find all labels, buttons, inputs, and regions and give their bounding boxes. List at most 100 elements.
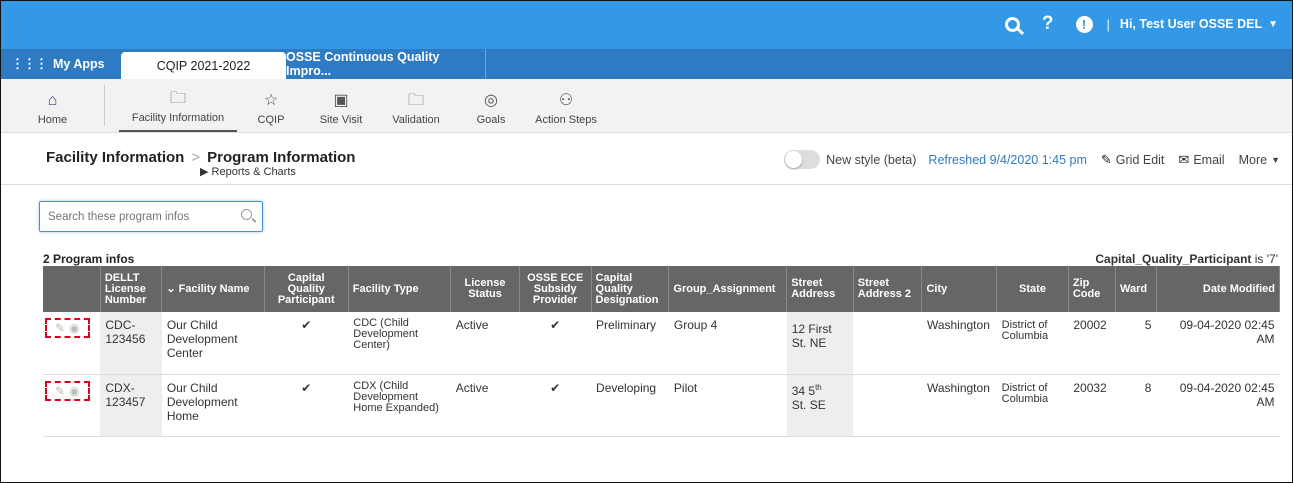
cell-city: Washington (921, 312, 997, 375)
toolbar-cqip[interactable]: ☆ CQIP (237, 79, 305, 132)
pencil-icon: ✎ (1100, 151, 1112, 167)
reports-charts-link[interactable]: ▶ Reports & Charts (200, 165, 296, 178)
toolbar-label: Action Steps (535, 114, 597, 126)
user-menu[interactable]: Hi, Test User OSSE DEL (1120, 17, 1262, 31)
col-group-assignment[interactable]: Group_Assignment (668, 266, 788, 312)
edit-icon[interactable]: ✎ (55, 321, 65, 335)
breadcrumb-separator: > (191, 149, 201, 166)
filter-condition: is '7' (1251, 252, 1278, 266)
toolbar-site-visit[interactable]: ▣ Site Visit (305, 79, 377, 132)
cell-state: District of Columbia (996, 312, 1069, 375)
module-toolbar: ⌂ Home 🗀 Facility Information ☆ CQIP ▣ S… (1, 79, 1292, 133)
cell-zip: 20032 (1068, 374, 1116, 437)
cell-license[interactable]: CDX-123457 (100, 374, 162, 437)
col-capital-quality-participant[interactable]: Capital Quality Participant (264, 266, 349, 312)
cell-facility-name[interactable]: Our Child Development Home (161, 374, 265, 437)
cell-facility-name[interactable]: Our Child Development Center (161, 312, 265, 375)
header-separator: | (1106, 16, 1110, 32)
program-info-table: DELLT License Number ⌄ Facility Name Cap… (43, 266, 1281, 437)
cell-license[interactable]: CDC-123456 (100, 312, 162, 375)
help-icon[interactable]: ? (1042, 13, 1054, 35)
filter-summary: Capital_Quality_Participant is '7' (1095, 252, 1278, 266)
more-label: More (1238, 152, 1268, 167)
tab-label: CQIP 2021-2022 (156, 58, 251, 73)
col-license-status[interactable]: License Status (450, 266, 520, 312)
col-date-modified[interactable]: Date Modified (1156, 266, 1281, 312)
breadcrumb-facility-information[interactable]: Facility Information (46, 149, 184, 166)
cell-date-modified: 09-04-2020 02:45 AM (1156, 312, 1280, 375)
chevron-down-icon[interactable]: ▼ (1268, 19, 1278, 30)
edit-icon[interactable]: ✎ (55, 384, 65, 398)
alert-icon[interactable]: ! (1075, 15, 1093, 33)
envelope-icon: ✉ (1178, 151, 1190, 167)
search-icon[interactable] (1004, 16, 1020, 32)
col-zip-code[interactable]: Zip Code (1068, 266, 1116, 312)
street-number: 34 5 (791, 383, 816, 398)
cell-designation: Preliminary (591, 312, 669, 375)
breadcrumb: Facility Information > Program Information (46, 149, 355, 166)
global-header: ? ! | Hi, Test User OSSE DEL ▼ (1, 1, 1292, 49)
col-facility-name[interactable]: ⌄ Facility Name (161, 266, 265, 312)
cell-subsidy-check: ✔ (519, 374, 592, 437)
header-actions: ? ! | Hi, Test User OSSE DEL ▼ (1004, 13, 1278, 35)
col-street-address[interactable]: Street Address (786, 266, 854, 312)
home-icon: ⌂ (47, 92, 58, 109)
row-actions: ✎ ◉ (43, 374, 101, 437)
col-ward[interactable]: Ward (1115, 266, 1157, 312)
toolbar-goals[interactable]: ◎ Goals (455, 79, 527, 132)
folder-icon: 🗀 (407, 92, 424, 109)
my-apps-button[interactable]: ⋮⋮⋮ My Apps (1, 49, 121, 79)
filter-field: Capital_Quality_Participant (1095, 252, 1252, 266)
app-grid-icon: ⋮⋮⋮ (11, 56, 48, 71)
grid-edit-button[interactable]: ✎ Grid Edit (1101, 152, 1165, 168)
cell-ward: 5 (1115, 312, 1157, 375)
col-subsidy-provider[interactable]: OSSE ECE Subsidy Provider (519, 266, 592, 312)
col-quality-designation[interactable]: Capital Quality Designation (591, 266, 670, 312)
toolbar-action-steps[interactable]: ⚇ Action Steps (527, 79, 605, 132)
cell-ward: 8 (1115, 374, 1157, 437)
toolbar-label: Home (37, 114, 68, 126)
street-ordinal: th (815, 382, 822, 392)
col-street-address-2[interactable]: Street Address 2 (853, 266, 923, 312)
cell-participant-check: ✔ (264, 374, 349, 437)
cell-zip: 20002 (1068, 312, 1116, 375)
col-license-number[interactable]: DELLT License Number (100, 266, 163, 312)
table-header-row: DELLT License Number ⌄ Facility Name Cap… (43, 266, 1281, 312)
toolbar-label: Site Visit (319, 114, 363, 126)
people-icon: ⚇ (558, 92, 574, 109)
toolbar-validation[interactable]: 🗀 Validation (377, 79, 455, 132)
table-row: ✎ ◉ CDX-123457 Our Child Development Home… (43, 374, 1280, 437)
row-action-icons: ✎ ◉ (45, 380, 90, 401)
page-header: Facility Information > Program Information… (1, 133, 1292, 185)
col-state[interactable]: State (996, 266, 1069, 312)
search-input[interactable] (40, 202, 230, 231)
email-button[interactable]: ✉ Email (1178, 152, 1224, 168)
col-row-actions (43, 266, 101, 312)
target-icon: ◎ (484, 92, 498, 109)
col-facility-type[interactable]: Facility Type (348, 266, 452, 312)
grid-edit-label: Grid Edit (1115, 152, 1165, 167)
cell-group: Pilot (668, 374, 787, 437)
view-icon[interactable]: ◉ (69, 321, 79, 335)
new-style-toggle[interactable] (784, 150, 821, 169)
cell-facility-type: CDC (Child Development Center) (348, 312, 451, 375)
my-apps-label: My Apps (53, 57, 105, 71)
cell-street-2 (853, 374, 922, 437)
toolbar-facility-information[interactable]: 🗀 Facility Information (119, 79, 237, 132)
col-city[interactable]: City (921, 266, 998, 312)
more-menu[interactable]: More ▼ (1239, 153, 1280, 167)
search-icon[interactable] (241, 209, 252, 220)
tab-label: OSSE Continuous Quality Impro... (286, 50, 440, 78)
sort-desc-icon: ⌄ (166, 282, 179, 295)
triangle-right-icon: ▶ (200, 166, 209, 178)
tab-cqip-2021-2022[interactable]: CQIP 2021-2022 (121, 52, 286, 79)
cell-street: 34 5th St. SE (786, 374, 854, 437)
page-title: Program Information (207, 149, 356, 166)
cell-subsidy-check: ✔ (519, 312, 592, 375)
view-icon[interactable]: ◉ (69, 384, 79, 398)
toolbar-home[interactable]: ⌂ Home (1, 85, 105, 126)
tab-osse-continuous-quality[interactable]: OSSE Continuous Quality Impro... (286, 49, 486, 79)
cell-city: Washington (921, 374, 997, 437)
star-icon: ☆ (263, 92, 279, 109)
refreshed-link[interactable]: Refreshed 9/4/2020 1:45 pm (928, 153, 1086, 167)
